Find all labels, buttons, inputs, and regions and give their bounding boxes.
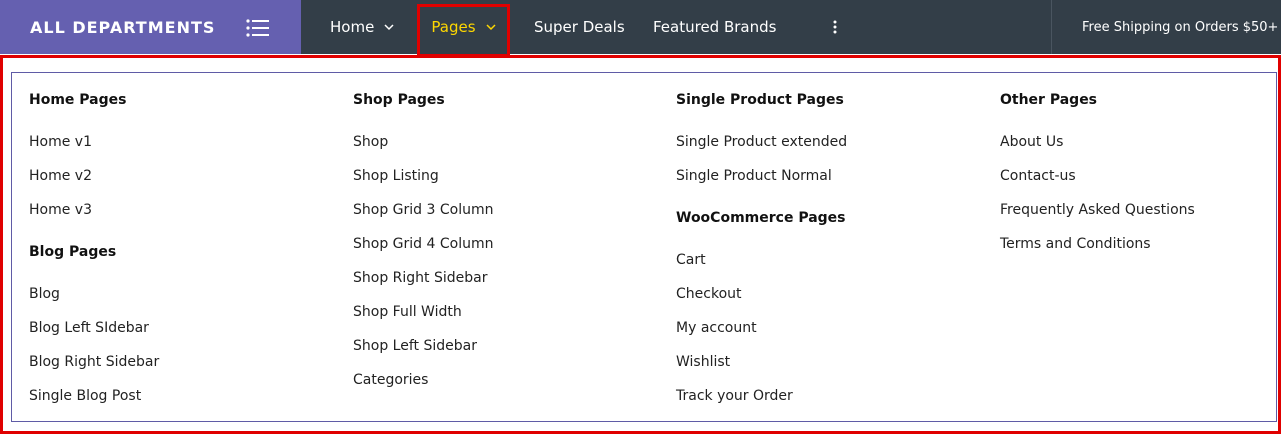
nav-super-deals-label: Super Deals [534, 18, 625, 36]
menu-link[interactable]: Blog Left SIdebar [29, 318, 149, 338]
menu-heading: Single Product Pages [676, 92, 844, 108]
nav-home-label: Home [330, 18, 375, 36]
menu-heading: Home Pages [29, 92, 127, 108]
all-departments-button[interactable]: ALL DEPARTMENTS [0, 0, 301, 54]
menu-link[interactable]: Shop [353, 132, 388, 152]
menu-link[interactable]: Shop Grid 4 Column [353, 234, 493, 254]
nav-featured-brands-label: Featured Brands [653, 18, 777, 36]
nav-home[interactable]: Home [330, 0, 394, 54]
menu-heading: Shop Pages [353, 92, 445, 108]
chevron-down-icon [486, 24, 496, 31]
nav-super-deals[interactable]: Super Deals [534, 0, 625, 54]
pages-mega-menu: Home Pages Home v1 Home v2 Home v3 Blog … [11, 72, 1277, 422]
nav-pages-label: Pages [431, 18, 476, 36]
menu-link[interactable]: Contact-us [1000, 166, 1076, 186]
menu-link[interactable]: Checkout [676, 284, 742, 304]
menu-link[interactable]: Wishlist [676, 352, 730, 372]
more-vertical-icon [833, 20, 837, 34]
menu-link[interactable]: Home v1 [29, 132, 92, 152]
menu-link[interactable]: Blog [29, 284, 60, 304]
menu-link[interactable]: Shop Left Sidebar [353, 336, 477, 356]
menu-link[interactable]: Shop Right Sidebar [353, 268, 487, 288]
chevron-down-icon [384, 24, 394, 31]
menu-link[interactable]: Categories [353, 370, 428, 390]
menu-heading: Other Pages [1000, 92, 1098, 108]
menu-link[interactable]: Home v3 [29, 200, 92, 220]
menu-link[interactable]: About Us [1000, 132, 1063, 152]
menu-link[interactable]: Cart [676, 250, 706, 270]
menu-link[interactable]: Terms and Conditions [1000, 234, 1151, 254]
menu-heading: WooCommerce Pages [676, 210, 846, 226]
more-menu-button[interactable] [828, 0, 842, 54]
nav-featured-brands[interactable]: Featured Brands [653, 0, 776, 54]
menu-link[interactable]: Shop Grid 3 Column [353, 200, 493, 220]
all-departments-label: ALL DEPARTMENTS [30, 17, 216, 37]
nav-pages[interactable]: Pages [417, 0, 510, 54]
menu-link[interactable]: My account [676, 318, 757, 338]
menu-link[interactable]: Single Product extended [676, 132, 847, 152]
menu-link[interactable]: Frequently Asked Questions [1000, 200, 1195, 220]
list-icon [246, 19, 269, 37]
menu-link[interactable]: Blog Right Sidebar [29, 352, 159, 372]
free-shipping-text: Free Shipping on Orders $50+ [1082, 19, 1279, 35]
menu-link[interactable]: Single Blog Post [29, 386, 141, 406]
menu-link[interactable]: Shop Listing [353, 166, 439, 186]
nav-divider [1051, 0, 1052, 54]
menu-link[interactable]: Shop Full Width [353, 302, 462, 322]
menu-link[interactable]: Track your Order [676, 386, 793, 406]
menu-link[interactable]: Single Product Normal [676, 166, 832, 186]
menu-heading: Blog Pages [29, 244, 117, 260]
main-navbar: ALL DEPARTMENTS Home Pages Super Deals F… [0, 0, 1281, 54]
menu-link[interactable]: Home v2 [29, 166, 92, 186]
